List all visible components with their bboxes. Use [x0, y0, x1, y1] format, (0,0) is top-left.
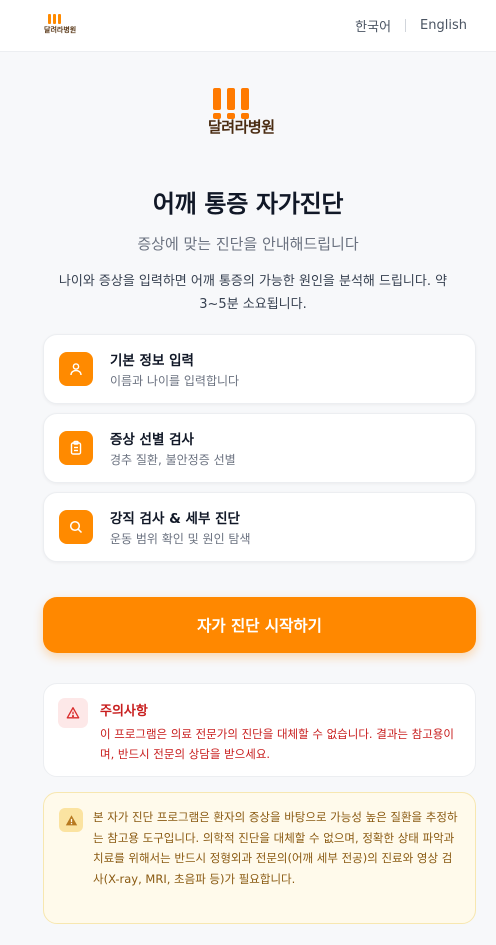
step-title: 증상 선별 검사 — [110, 432, 194, 448]
language-switcher: 한국어 English — [355, 16, 467, 35]
lang-korean-button[interactable]: 한국어 — [355, 16, 391, 35]
header-logo-text: 달려라병원 — [44, 25, 77, 34]
header-logo[interactable]: 달려라병원 — [44, 13, 77, 38]
lang-divider — [405, 19, 407, 32]
search-icon — [59, 510, 93, 544]
disclaimer-text: 본 자가 진단 프로그램은 환자의 증상을 바탕으로 가능성 높은 질환을 추정… — [93, 810, 458, 886]
page-description: 나이와 증상을 입력하면 어깨 통증의 가능한 원인을 분석해 드립니다. 약 … — [58, 274, 448, 312]
step-description: 경추 질환, 불안정증 선별 — [110, 453, 236, 467]
hero-section: 달려라병원 어깨 통증 자가진단 증상에 맞는 진단을 안내해드립니다 나이와 … — [0, 88, 496, 316]
step-description: 운동 범위 확인 및 원인 탐색 — [110, 532, 251, 546]
top-bar: 달려라병원 한국어 English — [0, 0, 496, 52]
caution-title: 주의사항 — [100, 704, 148, 719]
step-card-detailed-diagnosis: 강직 검사 & 세부 진단 운동 범위 확인 및 원인 탐색 — [43, 492, 476, 562]
lang-english-button[interactable]: English — [420, 18, 467, 33]
caution-body: 이 프로그램은 의료 전문가의 진단을 대체할 수 없습니다. 결과는 참고용이… — [100, 727, 454, 761]
page-title: 어깨 통증 자가진단 — [152, 190, 344, 218]
hospital-logo: 달려라병원 — [208, 88, 288, 140]
alert-triangle-icon — [59, 808, 83, 832]
step-description: 이름과 나이를 입력합니다 — [110, 374, 240, 388]
page-subtitle: 증상에 맞는 진단을 안내해드립니다 — [137, 235, 359, 253]
clipboard-icon — [59, 431, 93, 465]
step-title: 강직 검사 & 세부 진단 — [110, 511, 240, 527]
disclaimer-notice: 본 자가 진단 프로그램은 환자의 증상을 바탕으로 가능성 높은 질환을 추정… — [43, 792, 476, 924]
caution-box: 주의사항 이 프로그램은 의료 전문가의 진단을 대체할 수 없습니다. 결과는… — [43, 683, 476, 777]
warning-triangle-icon — [58, 698, 88, 728]
step-card-basic-info: 기본 정보 입력 이름과 나이를 입력합니다 — [43, 334, 476, 404]
hospital-logo-text: 달려라병원 — [208, 118, 275, 136]
start-diagnosis-button[interactable]: 자가 진단 시작하기 — [43, 597, 476, 653]
step-title: 기본 정보 입력 — [110, 353, 194, 369]
user-icon — [59, 352, 93, 386]
step-card-screening: 증상 선별 검사 경추 질환, 불안정증 선별 — [43, 413, 476, 483]
